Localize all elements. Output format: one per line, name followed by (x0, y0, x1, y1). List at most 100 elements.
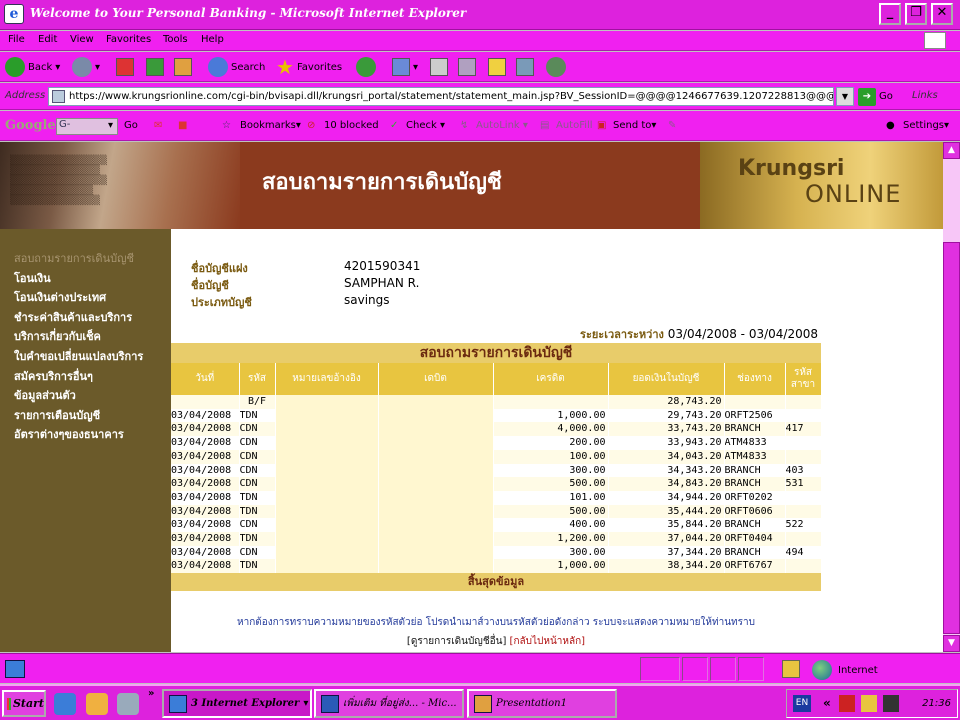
cell-code[interactable]: CDN (239, 422, 276, 437)
sidebar-item-bank-rates[interactable]: อัตราต่างๆของธนาคาร (0, 425, 171, 445)
menu-favorites[interactable]: Favorites (106, 34, 151, 45)
maximize-button[interactable]: ❐ (905, 3, 927, 25)
popup-blocked-count[interactable]: 10 blocked (324, 120, 379, 131)
cell-code[interactable]: CDN (239, 518, 276, 533)
cell-channel: BRANCH (724, 422, 786, 437)
cell-code[interactable]: TDN (239, 408, 276, 423)
url-input[interactable]: https://www.krungsrionline.com/cgi-bin/b… (48, 87, 834, 106)
sidebar-item-overseas-transfer[interactable]: โอนเงินต่างประเทศ (0, 288, 171, 308)
scroll-down-button[interactable]: ▼ (943, 635, 960, 652)
ie-icon[interactable]: e (4, 4, 24, 24)
links-label[interactable]: Links (912, 90, 938, 101)
autofill-button[interactable]: AutoFill (556, 120, 593, 131)
history-button[interactable] (356, 56, 376, 78)
taskbar-item-ie[interactable]: 3 Internet Explorer ▾ (162, 689, 312, 718)
cell-date: 03/04/2008 (171, 490, 240, 505)
cell-balance: 28,743.20 (608, 395, 725, 409)
address-dropdown-button[interactable]: ▼ (836, 87, 854, 106)
google-dropdown-icon[interactable]: ▾ (108, 120, 113, 131)
cell-branch-code (785, 436, 822, 450)
cell-code[interactable]: TDN (239, 532, 276, 546)
cell-code[interactable]: TDN (239, 504, 276, 519)
cell-code[interactable]: CDN (239, 436, 276, 450)
menu-file[interactable]: File (8, 34, 25, 45)
back-home-link[interactable]: [กลับไปหน้าหลัก] (510, 636, 586, 647)
cell-channel: BRANCH (724, 477, 786, 491)
language-indicator[interactable]: EN (793, 695, 811, 712)
tray-app-icon[interactable] (839, 695, 855, 712)
menu-tools[interactable]: Tools (163, 34, 188, 45)
google-go-button[interactable]: Go (124, 120, 138, 131)
tray-app-icon[interactable] (861, 695, 877, 712)
account-type-value: savings (344, 293, 390, 307)
cell-code[interactable]: CDN (239, 477, 276, 491)
settings-button[interactable]: Settings▾ (903, 120, 949, 131)
status-segment (682, 657, 708, 681)
secure-lock-icon[interactable] (782, 660, 800, 678)
tray-app-icon[interactable] (883, 695, 899, 712)
sidebar-item-transfer[interactable]: โอนเงิน (0, 269, 171, 289)
cell-code[interactable]: CDN (239, 463, 276, 478)
cell-code[interactable]: CDN (239, 449, 276, 464)
go-button[interactable]: ➔ Go (858, 87, 893, 106)
autolink-button[interactable]: AutoLink ▾ (476, 120, 528, 131)
bookmarks-button[interactable]: Bookmarks▾ (240, 120, 301, 131)
quicklaunch-more-icon[interactable]: » (148, 688, 154, 699)
taskbar-item-word[interactable]: เพิ่มเติม ที่อยู่ส่ง... - Mic... (314, 689, 464, 718)
cell-channel: BRANCH (724, 463, 786, 478)
sidebar-item-service-change[interactable]: ใบคำขอเปลี่ยนแปลงบริการ (0, 347, 171, 367)
print-button[interactable] (430, 56, 448, 78)
highlight-pen-icon[interactable]: ✎ (668, 120, 676, 131)
sendto-button[interactable]: Send to▾ (613, 120, 656, 131)
quicklaunch-ie-icon[interactable] (54, 693, 76, 715)
tray-expand-icon[interactable]: « (823, 696, 831, 710)
messenger-button[interactable] (546, 56, 566, 78)
discuss-button[interactable] (488, 56, 506, 78)
quicklaunch-desktop-icon[interactable] (117, 693, 139, 715)
page-links: [ดูรายการเดินบัญชีอื่น] [กลับไปหน้าหลัก] (171, 634, 821, 649)
news-icon[interactable]: ■ (178, 120, 187, 131)
cell-date: 03/04/2008 (171, 504, 240, 519)
back-button[interactable]: Back ▾ (5, 56, 60, 78)
search-button[interactable]: Search (208, 56, 265, 78)
globe-icon (812, 660, 832, 680)
start-button[interactable]: Start (2, 690, 46, 717)
close-button[interactable]: ✕ (931, 3, 953, 25)
gmail-icon[interactable]: ✉ (154, 120, 162, 131)
menu-help[interactable]: Help (201, 34, 224, 45)
menu-view[interactable]: View (70, 34, 94, 45)
home-button[interactable] (174, 56, 192, 78)
favorites-button[interactable]: ★ Favorites (276, 56, 342, 78)
scroll-up-button[interactable]: ▲ (943, 142, 960, 159)
cell-code[interactable]: B/F (239, 395, 276, 409)
research-button[interactable] (516, 56, 534, 78)
cell-date: 03/04/2008 (171, 463, 240, 478)
minimize-button[interactable]: _ (879, 3, 901, 25)
sidebar-item-other-services[interactable]: สมัครบริการอื่นๆ (0, 367, 171, 387)
quicklaunch-outlook-icon[interactable] (86, 693, 108, 715)
menu-bar: File Edit View Favorites Tools Help (0, 31, 960, 51)
scroll-thumb[interactable] (943, 242, 960, 634)
taskbar-item-powerpoint[interactable]: Presentation1 (467, 689, 617, 718)
mail-button[interactable]: ▾ (392, 56, 418, 78)
stop-button[interactable] (116, 56, 134, 78)
check-button[interactable]: Check ▾ (406, 120, 445, 131)
sidebar-item-statement[interactable]: สอบถามรายการเดินบัญชี (0, 249, 171, 269)
cell-code[interactable]: CDN (239, 545, 276, 560)
forward-button[interactable]: ▾ (72, 56, 100, 78)
view-other-statement-link[interactable]: [ดูรายการเดินบัญชีอื่น] (407, 636, 506, 647)
vertical-scrollbar[interactable]: ▲ ▼ (943, 142, 960, 652)
cell-code[interactable]: TDN (239, 559, 276, 574)
account-name-value: SAMPHAN R. (344, 276, 420, 290)
cell-date: 03/04/2008 (171, 532, 240, 546)
refresh-button[interactable] (146, 56, 164, 78)
chevron-down-icon: ▾ (55, 61, 61, 73)
sidebar-item-personal-info[interactable]: ข้อมูลส่วนตัว (0, 386, 171, 406)
cell-code[interactable]: TDN (239, 490, 276, 505)
sidebar-item-account-alerts[interactable]: รายการเตือนบัญชี (0, 406, 171, 426)
cell-reference (275, 490, 379, 505)
sidebar-item-cheque-services[interactable]: บริการเกี่ยวกับเช็ค (0, 327, 171, 347)
sidebar-item-bill-payment[interactable]: ชำระค่าสินค้าและบริการ (0, 308, 171, 328)
menu-edit[interactable]: Edit (38, 34, 57, 45)
edit-button[interactable] (458, 56, 476, 78)
